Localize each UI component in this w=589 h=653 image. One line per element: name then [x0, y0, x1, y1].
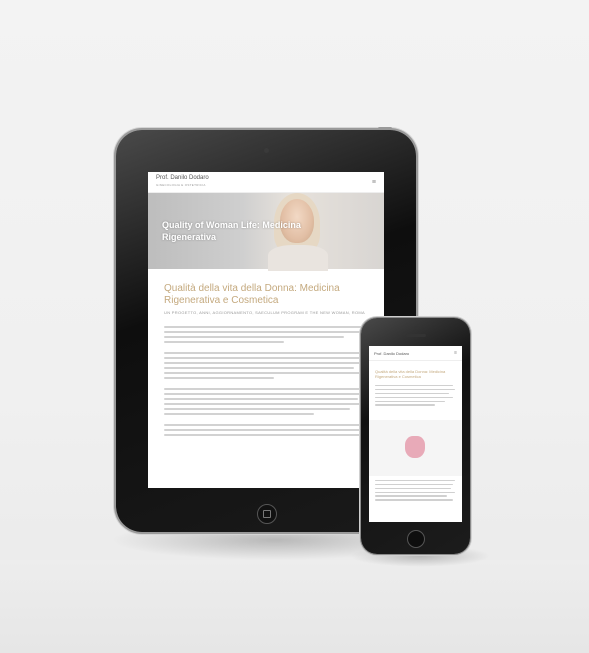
tablet-screen: Prof. Danilo Dodaro GINECOLOGIA E OSTETR… [148, 172, 384, 488]
hamburger-icon[interactable]: ≡ [454, 350, 457, 356]
phone-home-button [407, 530, 425, 548]
phone-device: Prof. Danilo Dodaro ≡ Qualità della vita… [361, 318, 470, 554]
site-logo[interactable]: Prof. Danilo Dodaro GINECOLOGIA E OSTETR… [156, 175, 209, 189]
article-title: Qualità della vita della Donna: Medicina… [164, 283, 340, 306]
phone-speaker [406, 334, 426, 337]
article-meta: UN PROGETTO, ANNI, AGGIORNAMENTO, SAECUL… [164, 310, 365, 315]
phone-site-header: Prof. Danilo Dodaro ≡ [369, 346, 462, 361]
phone-article-title: Qualità della vita della Donna: Medicina… [375, 369, 446, 379]
tablet-home-button [257, 504, 277, 524]
phone-article-body [369, 385, 462, 406]
site-header: Prof. Danilo Dodaro GINECOLOGIA E OSTETR… [148, 172, 384, 193]
phone-screen: Prof. Danilo Dodaro ≡ Qualità della vita… [369, 346, 462, 522]
hero-title: Quality of Woman Life: Medicina Rigenera… [162, 220, 301, 242]
phone-article-image [369, 419, 462, 476]
product-mockup-scene: Prof. Danilo Dodaro GINECOLOGIA E OSTETR… [0, 0, 589, 653]
article-body [148, 326, 384, 436]
phone-site-name[interactable]: Prof. Danilo Dodaro [374, 351, 409, 356]
site-tagline: GINECOLOGIA E OSTETRICIA [156, 183, 206, 187]
hero-banner: Quality of Woman Life: Medicina Rigenera… [148, 193, 384, 271]
tablet-power-button [378, 127, 392, 130]
uterus-icon [405, 435, 425, 458]
hero-portrait-body [268, 245, 328, 271]
hamburger-icon[interactable]: ≡ [372, 179, 376, 186]
site-name: Prof. Danilo Dodaro [156, 175, 209, 181]
phone-camera [414, 326, 418, 330]
floor [0, 560, 589, 653]
phone-article-body-2 [369, 479, 462, 501]
tablet-camera [264, 148, 269, 153]
